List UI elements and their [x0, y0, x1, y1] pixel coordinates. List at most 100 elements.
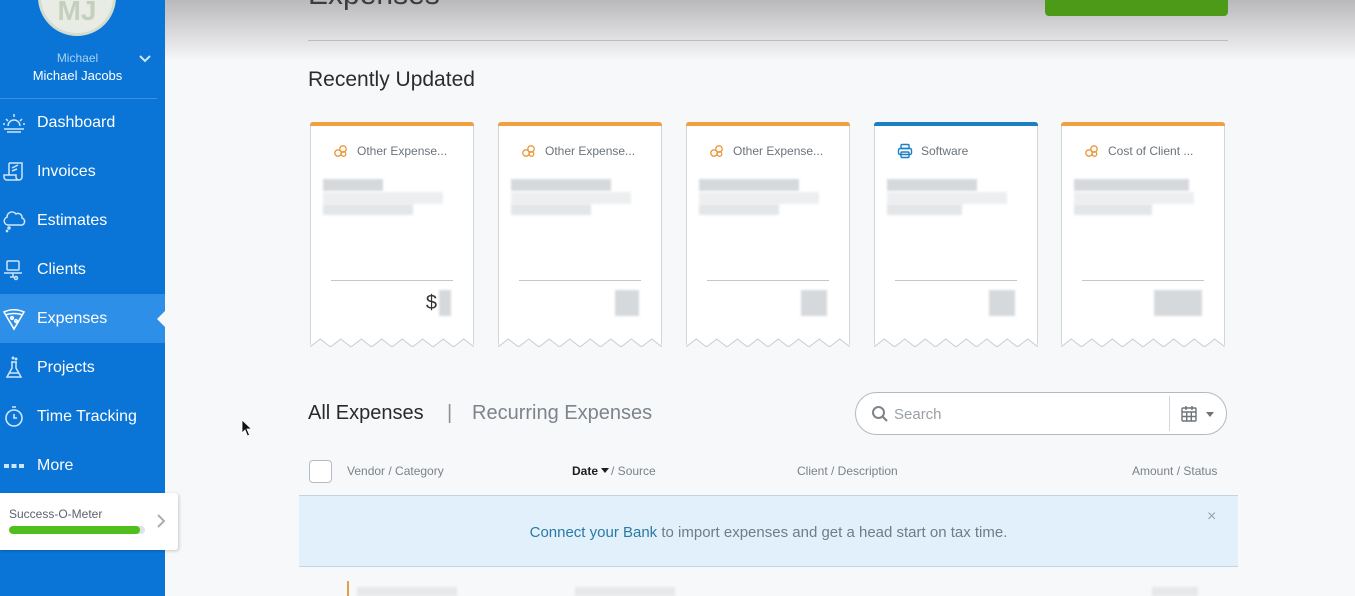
- redacted-description: [887, 204, 962, 215]
- redacted-amount: [989, 290, 1015, 316]
- redacted-date: [575, 587, 675, 596]
- sun-horizon-icon: [1, 110, 27, 136]
- card-category-label: Other Expense...: [733, 144, 824, 158]
- sidebar-item-invoices[interactable]: Invoices: [0, 147, 165, 196]
- redacted-description: [699, 192, 819, 204]
- card-category-label: Software: [921, 144, 969, 158]
- tab-all-expenses[interactable]: All Expenses: [308, 402, 424, 425]
- flask-icon: [1, 355, 27, 381]
- redacted-vendor: [323, 179, 383, 191]
- chevron-right-icon[interactable]: [154, 513, 168, 529]
- card-category: Software: [897, 143, 968, 159]
- search-input[interactable]: [894, 402, 1164, 426]
- search-divider: [1169, 396, 1170, 431]
- table-row-accent: [347, 581, 349, 596]
- success-o-meter[interactable]: Success-O-Meter: [0, 493, 178, 550]
- search-box: [855, 392, 1227, 435]
- redacted-description: [1074, 204, 1152, 215]
- card-amount: [799, 290, 827, 316]
- card-category-label: Other Expense...: [357, 144, 448, 158]
- column-source: / Source: [611, 464, 656, 478]
- recently-updated-title: Recently Updated: [308, 68, 475, 91]
- select-all-checkbox[interactable]: [309, 460, 332, 483]
- redacted-description: [699, 204, 779, 215]
- sidebar-item-expenses[interactable]: Expenses: [0, 294, 165, 343]
- sidebar-item-clients[interactable]: Clients: [0, 245, 165, 294]
- avatar[interactable]: MJ: [38, 0, 116, 36]
- bubbles-icon: [1085, 145, 1098, 157]
- connect-bank-link[interactable]: Connect your Bank: [530, 524, 658, 541]
- sidebar-item-dashboard[interactable]: Dashboard: [0, 98, 165, 147]
- bubbles-icon: [710, 145, 723, 157]
- sidebar-item-label: Projects: [37, 358, 95, 376]
- redacted-amount: [801, 290, 827, 316]
- user-full-name[interactable]: Michael Jacobs: [0, 68, 155, 83]
- column-date-source[interactable]: Date / Source: [572, 464, 656, 478]
- stopwatch-icon: [1, 404, 27, 430]
- mouse-cursor-icon: [241, 419, 253, 437]
- page-title: Expenses: [308, 0, 440, 12]
- new-expense-button[interactable]: [1045, 0, 1228, 16]
- card-category: Other Expense...: [333, 143, 447, 159]
- chevron-down-icon[interactable]: [138, 52, 152, 66]
- person-desk-icon: [1, 257, 27, 283]
- date-filter-caret-icon[interactable]: [1206, 412, 1214, 417]
- redacted-vendor: [699, 179, 799, 191]
- sidebar-item-label: Invoices: [37, 162, 96, 180]
- recent-expense-card[interactable]: Other Expense...: [498, 122, 662, 347]
- tab-recurring-expenses[interactable]: Recurring Expenses: [472, 402, 652, 425]
- recent-expense-card[interactable]: Other Expense...: [686, 122, 850, 347]
- sidebar-item-projects[interactable]: Projects: [0, 343, 165, 392]
- success-o-meter-track: [9, 526, 145, 534]
- column-client-description[interactable]: Client / Description: [797, 464, 898, 478]
- column-date[interactable]: Date: [572, 464, 598, 478]
- sidebar-item-more[interactable]: More: [0, 441, 165, 490]
- sidebar-item-label: Dashboard: [37, 113, 116, 131]
- card-amount: $: [426, 290, 451, 316]
- close-icon[interactable]: ×: [1207, 508, 1216, 526]
- card-divider: [331, 280, 453, 281]
- redacted-description: [1074, 192, 1194, 204]
- sidebar-item-time-tracking[interactable]: Time Tracking: [0, 392, 165, 441]
- receipt-torn-edge: [498, 338, 662, 347]
- column-vendor-category[interactable]: Vendor / Category: [347, 464, 444, 478]
- sidebar-item-label: More: [37, 456, 74, 474]
- redacted-amount: [615, 290, 639, 316]
- user-first-name: Michael: [56, 51, 99, 65]
- redacted-description: [511, 192, 631, 204]
- card-accent-bar: [1061, 122, 1225, 126]
- card-category: Other Expense...: [521, 143, 635, 159]
- redacted-amount: [439, 290, 451, 316]
- card-divider: [1082, 280, 1204, 281]
- banner-message: Connect your Bank to import expenses and…: [299, 524, 1238, 541]
- connect-bank-banner: Connect your Bank to import expenses and…: [299, 495, 1238, 567]
- banner-text: to import expenses and get a head start …: [657, 524, 1008, 541]
- success-o-meter-label: Success-O-Meter: [9, 507, 103, 521]
- redacted-description: [887, 192, 1007, 204]
- recent-expense-card[interactable]: Software: [874, 122, 1038, 347]
- card-divider: [519, 280, 641, 281]
- dots-icon: [1, 453, 27, 479]
- card-accent-bar: [686, 122, 850, 126]
- active-indicator: [157, 311, 165, 327]
- card-divider: [895, 280, 1017, 281]
- recent-expense-card[interactable]: Cost of Client ...: [1061, 122, 1225, 347]
- calendar-icon[interactable]: [1180, 405, 1198, 423]
- sidebar-item-estimates[interactable]: Estimates: [0, 196, 165, 245]
- printer-icon: [897, 143, 913, 159]
- card-category: Other Expense...: [709, 143, 823, 159]
- sidebar-item-label: Estimates: [37, 211, 108, 229]
- tab-separator: |: [447, 402, 453, 424]
- column-amount-status[interactable]: Amount / Status: [1132, 464, 1217, 478]
- redacted-vendor: [511, 179, 611, 191]
- avatar-initials: MJ: [57, 0, 97, 26]
- receipt-torn-edge: [1061, 338, 1225, 347]
- redacted-vendor: [1074, 179, 1189, 191]
- recent-expense-card[interactable]: Other Expense... $: [310, 122, 474, 347]
- card-category-label: Cost of Client ...: [1108, 144, 1194, 158]
- scroll-icon: [1, 159, 27, 185]
- receipt-torn-edge: [686, 338, 850, 347]
- redacted-amount: [1154, 290, 1202, 316]
- redacted-description: [323, 204, 413, 215]
- card-amount: [1152, 290, 1202, 316]
